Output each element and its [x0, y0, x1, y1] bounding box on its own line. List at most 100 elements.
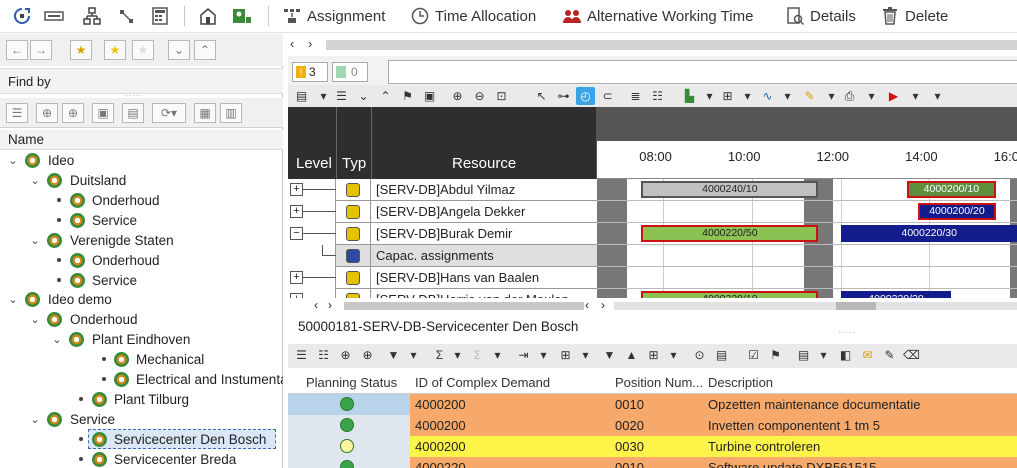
tree-config-button[interactable]: ▤ [122, 103, 144, 123]
trash-icon[interactable]: ⌫ [902, 346, 921, 364]
tree-node[interactable]: Servicecenter Breda [0, 449, 283, 468]
org-structure-icon[interactable] [12, 6, 32, 26]
subtotal-icon[interactable]: Σ [468, 346, 487, 364]
move-down-icon[interactable]: ▼ [600, 346, 619, 364]
inbox-icon[interactable]: ▣ [420, 87, 439, 105]
find-button[interactable]: ⊕ [36, 103, 58, 123]
chevron-down-icon[interactable]: ⌄ [7, 154, 19, 167]
alternative-working-time-button[interactable]: Alternative Working Time [562, 6, 753, 26]
document-icon[interactable]: ▤ [712, 346, 731, 364]
ok-counter[interactable]: 0 [332, 62, 368, 82]
tree-node[interactable]: ⌄ Onderhoud [0, 309, 283, 329]
align-icon[interactable]: ☰ [332, 87, 351, 105]
assignment-button[interactable]: Assignment [282, 6, 385, 26]
scroll-left-icon[interactable]: ‹ [585, 298, 589, 312]
scroll-right-icon[interactable]: › [308, 36, 312, 51]
splitter-grip[interactable]: ····· [838, 328, 856, 337]
tree-node[interactable]: ⌄ Verenigde Staten [0, 230, 283, 250]
dropdown-icon[interactable]: ▾ [778, 87, 797, 105]
calculator-icon[interactable] [150, 6, 170, 26]
expand-node-icon[interactable]: + [290, 271, 303, 284]
exit-icon[interactable]: ▶ [884, 87, 903, 105]
remove-favorite-button[interactable]: ★ [132, 40, 154, 60]
cursor-icon[interactable]: ↖ [532, 87, 551, 105]
dropdown-icon[interactable]: ▾ [822, 87, 841, 105]
person-card-icon[interactable] [232, 6, 252, 26]
details-icon[interactable]: ⊙ [690, 346, 709, 364]
checklist-icon[interactable]: ☑ [744, 346, 763, 364]
resource-row[interactable]: + [SERV-DB]Hans van Baalen [288, 267, 597, 289]
table-row[interactable]: 4000220 0010 Software update DXB561515 [288, 457, 1017, 468]
resource-row[interactable]: + [SERV-DB]Abdul Yilmaz [288, 179, 597, 201]
tree-node[interactable]: Electrical and Instumentation [0, 369, 283, 389]
chevron-down-icon[interactable]: ⌄ [7, 293, 19, 306]
zoom-out-icon[interactable]: ⊖ [470, 87, 489, 105]
time-allocation-button[interactable]: Time Allocation [410, 6, 536, 26]
dropdown-icon[interactable]: ▾ [814, 346, 833, 364]
stamp-icon[interactable]: ⚑ [766, 346, 785, 364]
zoom-fit-icon[interactable]: ⊡ [492, 87, 511, 105]
warning-counter[interactable]: ! 3 [292, 62, 328, 82]
link-icon[interactable]: ⊂ [598, 87, 617, 105]
delete-button[interactable]: Delete [880, 6, 948, 26]
tree-node[interactable]: Onderhoud [0, 250, 283, 270]
chevron-down-icon[interactable]: ⌄ [29, 174, 41, 187]
filter-list-icon[interactable]: ☷ [314, 346, 333, 364]
list-view-icon[interactable]: ☷ [648, 87, 667, 105]
tree-node[interactable]: ⌄ Ideo demo [0, 289, 283, 309]
tree-details-button[interactable]: ☰ [6, 103, 28, 123]
chart-scrollbar[interactable] [614, 302, 1017, 310]
dropdown-icon[interactable]: ▾ [862, 87, 881, 105]
keyboard-icon[interactable] [44, 6, 64, 26]
chevron-down-icon[interactable]: ⌄ [29, 313, 41, 326]
dropdown-icon[interactable]: ▾ [928, 87, 947, 105]
tree-layout-button[interactable]: ▦ [194, 103, 216, 123]
tree-node[interactable]: ⌄ Service [0, 409, 283, 429]
scroll-right-icon[interactable]: › [328, 298, 332, 312]
column-header-description[interactable]: Description [708, 372, 773, 394]
resource-row[interactable]: Capac. assignments [288, 245, 597, 267]
chevron-down-icon[interactable]: ⌄ [29, 413, 41, 426]
favorites-button[interactable]: ★ [104, 40, 126, 60]
scroll-left-icon[interactable]: ‹ [290, 36, 294, 51]
details-button[interactable]: Details [785, 6, 856, 26]
gantt-options-icon[interactable]: ▤ [292, 87, 311, 105]
column-header-position[interactable]: Position Num... [615, 372, 703, 394]
printer-icon[interactable]: ⎙ [840, 87, 859, 105]
dropdown-icon[interactable]: ▾ [576, 346, 595, 364]
dropdown-icon[interactable]: ▾ [664, 346, 683, 364]
forward-button[interactable]: → [30, 40, 52, 60]
expand-icon[interactable]: ⌃ [376, 87, 395, 105]
dropdown-icon[interactable]: ▾ [488, 346, 507, 364]
assignment-bar[interactable]: 4000220/30 [840, 225, 1017, 242]
dropdown-icon[interactable]: ▾ [314, 87, 333, 105]
assignment-bar[interactable]: 4000200/10 [907, 181, 996, 198]
assignment-bar[interactable]: 4000220/50 [641, 225, 819, 242]
table-row[interactable]: 4000200 0020 Invetten componentent 1 tm 5 [288, 415, 1017, 436]
chart-icon[interactable]: ∿ [758, 87, 777, 105]
tree-node-selected[interactable]: Servicecenter Den Bosch [0, 429, 283, 449]
tree-node[interactable]: Service [0, 270, 283, 290]
pencil-icon[interactable]: ✎ [800, 87, 819, 105]
tree-column-header[interactable]: Name [0, 130, 283, 150]
tree-node[interactable]: Plant Tilburg [0, 389, 283, 409]
tree-export-button[interactable]: ▥ [220, 103, 242, 123]
refresh-dropdown-button[interactable]: ⟳▾ [152, 103, 186, 123]
back-button[interactable]: ← [6, 40, 28, 60]
column-header-demand-id[interactable]: ID of Complex Demand [415, 372, 550, 394]
dropdown-icon[interactable]: ▾ [404, 346, 423, 364]
tree-view-button[interactable]: ▣ [92, 103, 114, 123]
find-next-button[interactable]: ⊕ [62, 103, 84, 123]
align-icon[interactable]: ☰ [292, 346, 311, 364]
dropdown-icon[interactable]: ▾ [448, 346, 467, 364]
tree-node[interactable]: Onderhoud [0, 190, 283, 210]
move-up-icon[interactable]: ▲ [622, 346, 641, 364]
scroll-left-icon[interactable]: ‹ [314, 298, 318, 312]
scroll-right-icon[interactable]: › [601, 298, 605, 312]
collapse-icon[interactable]: ⌄ [354, 87, 373, 105]
layout-icon[interactable]: ⊞ [556, 346, 575, 364]
type-header[interactable]: Typ [342, 155, 366, 172]
flag-icon[interactable]: ⚑ [398, 87, 417, 105]
export-icon[interactable]: ⇥ [514, 346, 533, 364]
grid-icon[interactable]: ⊞ [644, 346, 663, 364]
